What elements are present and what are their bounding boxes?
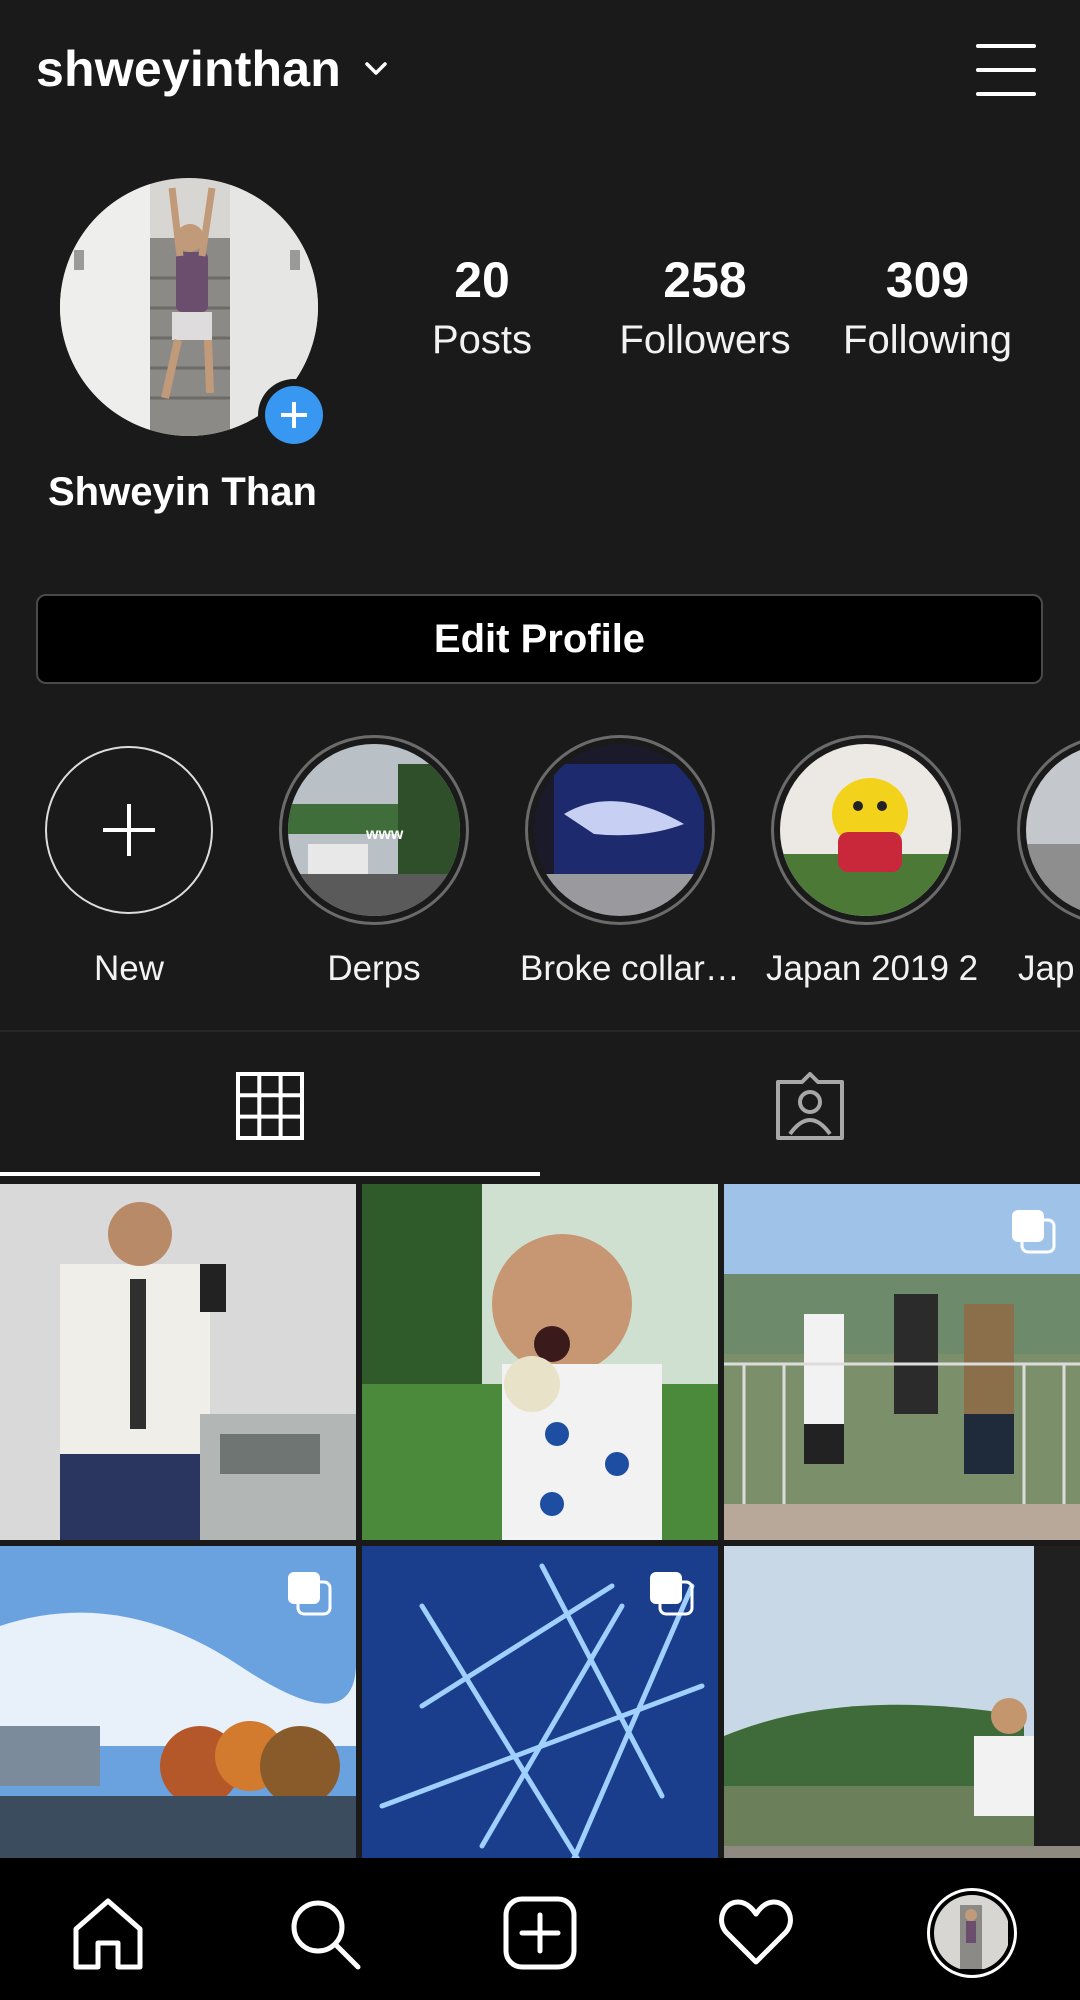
profile-avatar	[927, 1888, 1017, 1978]
tagged-person-icon	[776, 1072, 844, 1140]
account-switcher[interactable]: shweyinthan	[36, 40, 389, 98]
profile-tabs	[0, 1032, 1080, 1180]
tab-tagged[interactable]	[540, 1032, 1080, 1180]
grid-icon	[236, 1072, 304, 1140]
active-tab-indicator	[0, 1172, 540, 1176]
bottom-navigation	[0, 1858, 1080, 2000]
nav-search[interactable]	[279, 1888, 369, 1978]
highlight-label: Derps	[327, 949, 421, 988]
post-thumbnail[interactable]	[362, 1546, 718, 1902]
post-thumbnail[interactable]	[362, 1184, 718, 1540]
plus-icon	[103, 804, 155, 856]
highlight-label: Japan 2019 2	[766, 949, 979, 988]
multiple-photos-icon	[288, 1572, 332, 1616]
posts-number: 20	[454, 252, 510, 308]
highlight-thumbnail	[780, 744, 952, 916]
highlight-broke-collar[interactable]: Broke collar…	[520, 735, 740, 989]
nav-activity[interactable]	[711, 1888, 801, 1978]
chevron-down-icon[interactable]	[363, 56, 389, 82]
edit-profile-button[interactable]: Edit Profile	[36, 594, 1043, 684]
posts-count[interactable]: 20 Posts	[400, 250, 564, 370]
highlight-derps[interactable]: www Derps	[274, 735, 474, 989]
posts-label: Posts	[431, 318, 533, 362]
highlight-japan-2019-2[interactable]: Japan 2019 2	[766, 735, 979, 989]
search-icon	[291, 1900, 361, 1970]
post-thumbnail[interactable]	[0, 1184, 356, 1540]
highlight-thumbnail	[1026, 744, 1080, 916]
following-number: 309	[885, 252, 970, 308]
heart-icon	[719, 1899, 793, 1965]
highlight-label: New	[93, 949, 165, 988]
home-icon	[73, 1898, 143, 1970]
top-bar: shweyinthan	[0, 0, 1080, 150]
plus-icon	[281, 402, 307, 428]
display-name: Shweyin Than	[48, 470, 317, 514]
post-thumbnail[interactable]	[724, 1546, 1080, 1902]
highlight-label: Broke collar…	[520, 949, 740, 988]
multiple-photos-icon	[650, 1572, 694, 1616]
nav-home[interactable]	[63, 1888, 153, 1978]
followers-label: Followers	[619, 318, 791, 362]
tab-posts-grid[interactable]	[0, 1032, 540, 1180]
highlight-thumbnail: www	[288, 744, 460, 916]
nav-profile[interactable]	[927, 1888, 1017, 1978]
story-highlights: New www Derps Broke collar… Japan 2019 2…	[0, 735, 1080, 1005]
username[interactable]: shweyinthan	[36, 40, 341, 98]
highlight-thumbnail	[534, 744, 706, 916]
post-thumbnail[interactable]	[0, 1546, 356, 1902]
following-count[interactable]: 309 Following	[820, 250, 1035, 370]
add-story-button[interactable]	[258, 379, 330, 451]
nav-new-post[interactable]	[495, 1888, 585, 1978]
followers-number: 258	[663, 252, 747, 308]
multiple-photos-icon	[1012, 1210, 1056, 1254]
highlight-japan[interactable]: Jap	[1012, 735, 1080, 989]
highlight-new[interactable]: New	[29, 735, 229, 989]
highlight-label: Jap	[1018, 949, 1075, 988]
post-thumbnail[interactable]	[724, 1184, 1080, 1540]
svg-text:www: www	[365, 826, 404, 843]
hamburger-menu-icon[interactable]	[974, 40, 1038, 100]
followers-count[interactable]: 258 Followers	[600, 250, 810, 370]
add-post-icon	[503, 1896, 577, 1970]
following-label: Following	[843, 318, 1012, 362]
